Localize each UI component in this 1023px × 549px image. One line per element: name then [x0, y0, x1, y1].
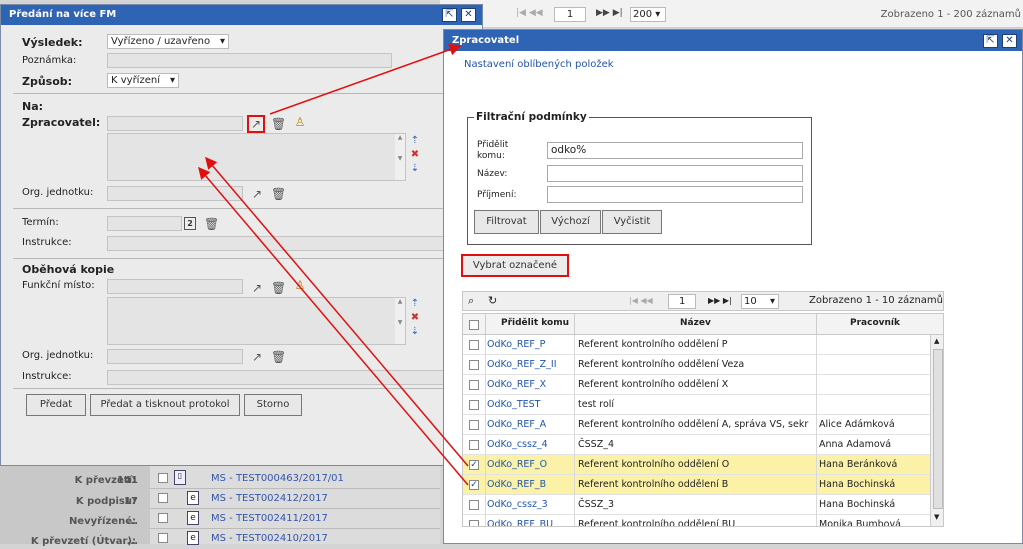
- annotation-arrow: [269, 43, 462, 115]
- annotation-arrow: [198, 166, 469, 486]
- annotation-arrow: [205, 156, 469, 467]
- annotation-overlay: [198, 43, 469, 486]
